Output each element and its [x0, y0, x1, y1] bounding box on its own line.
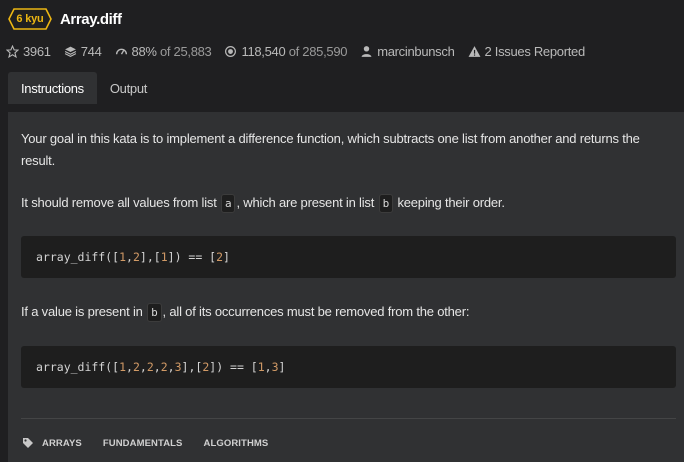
code-number-token: 1 — [119, 360, 127, 374]
code-punct-token: ] — [223, 250, 230, 264]
instructions-panel: Your goal in this kata is to implement a… — [8, 112, 684, 462]
code-punct-token: ],[ — [181, 360, 203, 374]
issues-count: 2 Issues Reported — [484, 43, 586, 59]
code-number-token: 3 — [174, 360, 182, 374]
kata-stats: 3961 744 88% of 25,883 118,540 of 285,59… — [6, 42, 598, 60]
code-punct-token: , — [139, 360, 147, 374]
stars-count: 3961 — [23, 43, 51, 59]
completions-stat: 118,540 of 285,590 — [224, 44, 347, 59]
tag-fundamentals[interactable]: FUNDAMENTALS — [103, 438, 183, 449]
collections-stat[interactable]: 744 — [64, 44, 102, 59]
description-paragraph: Your goal in this kata is to implement a… — [21, 131, 640, 168]
tag-icon — [23, 438, 33, 448]
user-icon — [361, 45, 372, 57]
rank-label: 6 kyu — [16, 13, 44, 25]
satisfaction-stat: 88% of 25,883 — [115, 44, 212, 59]
tags-divider — [21, 418, 676, 419]
code-punct-token: ],[ — [139, 250, 161, 264]
kata-title: Array.diff — [60, 10, 122, 28]
code-example-2-args: [1,2,2,2,3],[2]) == [1,3] — [112, 360, 285, 374]
code-number-token: 2 — [132, 360, 140, 374]
kata-header: 6 kyu Array.diff — [8, 6, 676, 32]
remove-rule-paragraph: It should remove all values from list a,… — [21, 192, 505, 214]
tag-list: ARRAYS FUNDAMENTALS ALGORITHMS — [22, 437, 289, 449]
tab-output[interactable]: Output — [97, 72, 160, 104]
tab-bar: Instructions Output — [8, 72, 160, 104]
target-icon — [225, 45, 237, 57]
code-punct-token: , — [126, 360, 133, 374]
star-icon — [6, 44, 19, 58]
code-punct-token: ]) == [ — [167, 250, 217, 264]
code-example-2: array_diff([1,2,2,2,3],[2]) == [1,3] — [21, 346, 676, 388]
inline-code-b-2: b — [147, 303, 162, 322]
author-stat[interactable]: marcinbunsch — [360, 43, 455, 59]
code-punct-token: , — [153, 360, 161, 374]
code-number-token: 1 — [119, 250, 127, 264]
tag-arrays[interactable]: ARRAYS — [42, 438, 82, 449]
code-number-token: 2 — [132, 250, 140, 264]
tab-instructions[interactable]: Instructions — [8, 72, 97, 104]
code-number-token: 3 — [271, 360, 279, 374]
occurrence-rule-paragraph: If a value is present in b, all of its o… — [21, 301, 469, 323]
code-number-token: 1 — [257, 360, 265, 374]
collections-count: 744 — [80, 43, 102, 59]
code-number-token: 2 — [146, 360, 154, 374]
gauge-icon — [115, 48, 127, 55]
code-example-1: array_diff([1,2],[1]) == [2] — [21, 236, 676, 278]
issues-stat[interactable]: 2 Issues Reported — [468, 44, 585, 59]
satisfaction-rating: 88% — [131, 43, 157, 59]
code-punct-token: ]) == [ — [209, 360, 258, 374]
warning-icon — [468, 45, 480, 57]
code-punct-token: , — [126, 250, 133, 264]
code-number-token: 2 — [216, 250, 224, 264]
code-punct-token: , — [167, 360, 175, 374]
code-punct-token: , — [264, 360, 272, 374]
stars-stat[interactable]: 3961 — [6, 44, 51, 59]
code-punct-token: ] — [278, 360, 286, 374]
completions-attempts: of 285,590 — [288, 43, 348, 59]
satisfaction-votes: of 25,883 — [159, 43, 212, 59]
author-name: marcinbunsch — [377, 43, 455, 59]
tag-algorithms[interactable]: ALGORITHMS — [204, 438, 269, 449]
completions-count: 118,540 — [241, 43, 286, 59]
code-number-token: 2 — [160, 360, 168, 374]
code-number-token: 1 — [160, 250, 168, 264]
layers-icon — [64, 46, 76, 57]
code-example-1-args: [1,2],[1]) == [2] — [112, 250, 230, 264]
rank-badge: 6 kyu — [8, 8, 52, 30]
inline-code-a: a — [221, 194, 236, 213]
inline-code-b: b — [378, 194, 394, 213]
